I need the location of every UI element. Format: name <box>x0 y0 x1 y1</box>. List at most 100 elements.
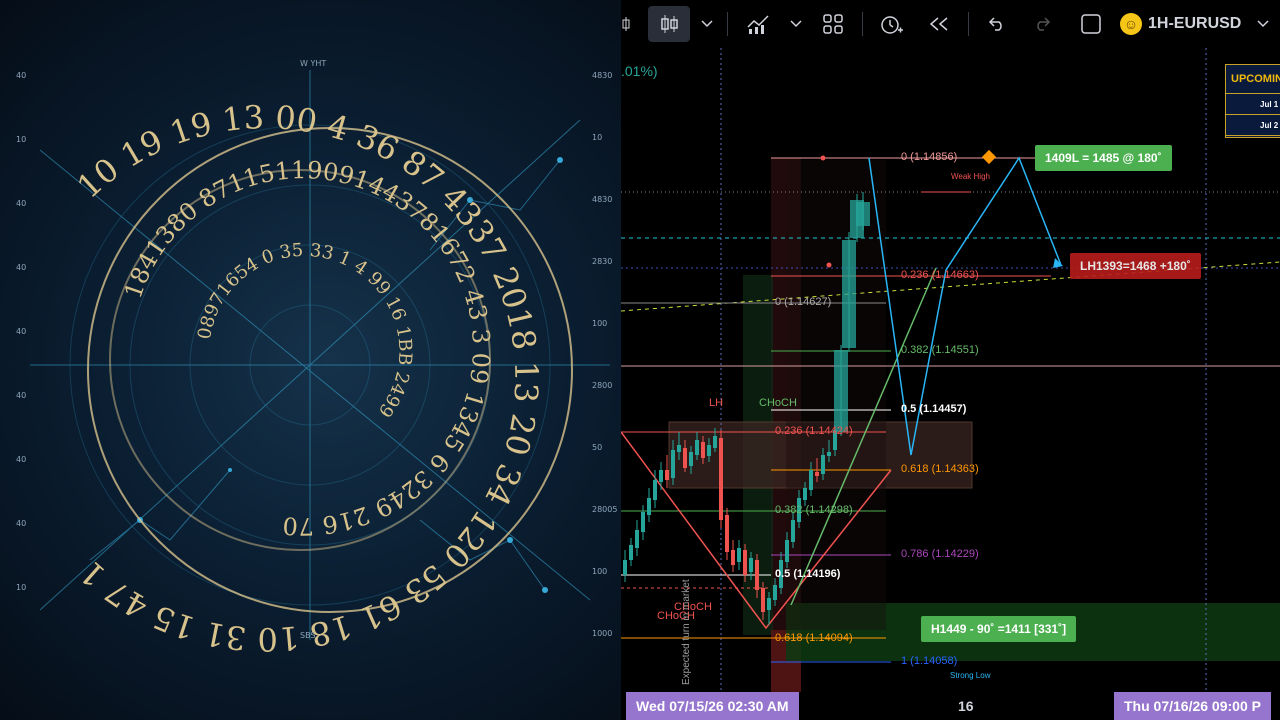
upcoming-row[interactable]: Jul 2 <box>1226 115 1280 136</box>
screenshot: 10 19 19 13 00 4 36 87 4337 2018 13 20 3… <box>0 0 1280 720</box>
projection-bubble-green[interactable]: H1449 - 90˚ =1411 [331˚] <box>921 616 1077 642</box>
candle-body <box>653 480 657 500</box>
candle-body <box>683 448 687 468</box>
candle-body <box>689 452 693 466</box>
candle-body <box>707 445 711 456</box>
art-tick-label: 40 <box>16 391 26 400</box>
candle-body <box>731 550 735 565</box>
candle-body <box>623 560 627 575</box>
candle-body <box>665 470 669 480</box>
time-cursor-label: Thu 07/16/26 09:00 P <box>1114 692 1271 720</box>
art-tick-label: 2800 <box>592 381 612 390</box>
art-tick-label: 100 <box>592 567 607 576</box>
upcoming-row[interactable]: Jul 1 <box>1226 94 1280 115</box>
fib-label: 1 (1.14058) <box>901 655 958 667</box>
art-tick-label: 2830 <box>592 257 612 266</box>
candles-icon[interactable] <box>648 6 690 42</box>
fib-label: 0.5 (1.14457) <box>901 403 967 415</box>
time-tick: 16 <box>958 698 974 714</box>
redo-icon[interactable] <box>1028 6 1058 42</box>
middle-ring-digits: 1841380 87115119091443781672 43 3 09 134… <box>119 156 495 540</box>
inner-ring-digits: 08971654 0 35 33 1 4 99 16 1BB 2499 <box>194 240 416 421</box>
art-tick-label: 40 <box>16 455 26 464</box>
bars-icon[interactable] <box>621 6 635 42</box>
time-axis[interactable]: Wed 07/15/26 02:30 AM 16 Thu 07/16/26 09… <box>621 692 1280 720</box>
fib-label: 0.618 (1.14363) <box>901 463 979 475</box>
fib-label: 0.786 (1.14229) <box>901 548 979 560</box>
art-tick-label: 10 <box>16 135 26 144</box>
candle-body <box>761 588 765 612</box>
diamond-icon <box>981 149 997 165</box>
candle-body <box>719 438 723 520</box>
strong-low-label: Strong Low <box>950 671 991 680</box>
candle-body <box>671 450 675 478</box>
marker-dot <box>820 155 826 161</box>
art-tick-label: 50 <box>592 443 602 452</box>
art-tick-label: 40 <box>16 71 26 80</box>
art-tick-label: 100 <box>592 319 607 328</box>
trading-chart[interactable]: ☺ 1H-EURUSD .01%) UPCOMIN Jul 1 Jul 2 0 … <box>621 0 1280 720</box>
chart-canvas[interactable] <box>621 0 1280 720</box>
candle-body <box>815 472 819 476</box>
candle-body <box>737 548 741 562</box>
fib-label: 0.382 (1.14298) <box>775 504 853 516</box>
indicators-icon[interactable] <box>741 6 775 42</box>
ring-arcs <box>87 127 573 613</box>
toolbar-divider <box>727 12 728 36</box>
candle-body <box>647 498 651 515</box>
lh-label: LH <box>709 397 724 409</box>
chart-toolbar: ☺ 1H-EURUSD <box>621 0 1280 48</box>
candle-body <box>749 558 753 572</box>
candle-body <box>803 488 807 500</box>
chevron-down-icon[interactable] <box>697 6 717 42</box>
projection-bubble-red[interactable]: LH1393=1468 +180˚ <box>1070 253 1201 279</box>
art-tick-label: 1000 <box>592 629 612 638</box>
candle-body <box>821 455 825 474</box>
projection-bubble-green[interactable]: 1409L = 1485 @ 180˚ <box>1035 145 1172 171</box>
fib-label: 0.236 (1.14424) <box>775 425 853 437</box>
chevron-down-icon[interactable] <box>786 6 806 42</box>
weak-high-label: Weak High <box>951 172 990 181</box>
spiral-artwork-svg: 10 19 19 13 00 4 36 87 4337 2018 13 20 3… <box>16 59 617 658</box>
candle-body <box>791 520 795 542</box>
art-tick-label: 4830 <box>592 195 612 204</box>
art-left-ticks: 40 10 40 40 40 40 40 40 10 <box>16 71 26 592</box>
upcoming-events-panel[interactable]: UPCOMIN Jul 1 Jul 2 <box>1225 64 1280 138</box>
candle-body <box>677 445 681 452</box>
candle-body <box>785 540 789 562</box>
fib-label: 0.382 (1.14551) <box>901 344 979 356</box>
arrowhead-icon <box>1053 258 1063 268</box>
time-cursor-label: Wed 07/15/26 02:30 AM <box>626 692 799 720</box>
candle-body <box>713 436 717 448</box>
art-tick-label: 40 <box>16 199 26 208</box>
candle-body <box>773 585 777 600</box>
candle-body <box>834 350 848 432</box>
art-tick-label: 4830 <box>592 71 612 80</box>
symbol-selector[interactable]: ☺ 1H-EURUSD <box>1120 12 1269 36</box>
candle-body <box>659 470 663 482</box>
candle-body <box>743 550 747 575</box>
percent-change: .01%) <box>621 63 658 79</box>
candle-body <box>767 598 771 610</box>
fib-label: 0 (1.14856) <box>901 151 958 163</box>
chevron-down-icon[interactable] <box>1257 20 1269 28</box>
fib-label: 0.618 (1.14094) <box>775 632 853 644</box>
fib-label: 0.236 (1.14663) <box>901 269 979 281</box>
candle-body <box>701 442 705 458</box>
fullscreen-icon[interactable] <box>1076 6 1106 42</box>
replay-icon[interactable] <box>923 6 955 42</box>
candle-body <box>856 202 870 226</box>
candle-body <box>827 452 831 456</box>
fib-label: 0 (1.14627) <box>775 296 832 308</box>
candle-body <box>635 530 639 548</box>
art-tick-label: 40 <box>16 327 26 336</box>
alert-icon[interactable] <box>875 6 907 42</box>
fib-label: 0.5 (1.14196) <box>775 568 841 580</box>
symbol-label: 1H-EURUSD <box>1148 15 1242 32</box>
layout-icon[interactable] <box>818 6 848 42</box>
candle-body <box>641 512 645 532</box>
undo-icon[interactable] <box>981 6 1011 42</box>
art-tick-label: 10 <box>16 583 26 592</box>
candle-body <box>725 515 729 552</box>
candle-body <box>842 240 856 348</box>
